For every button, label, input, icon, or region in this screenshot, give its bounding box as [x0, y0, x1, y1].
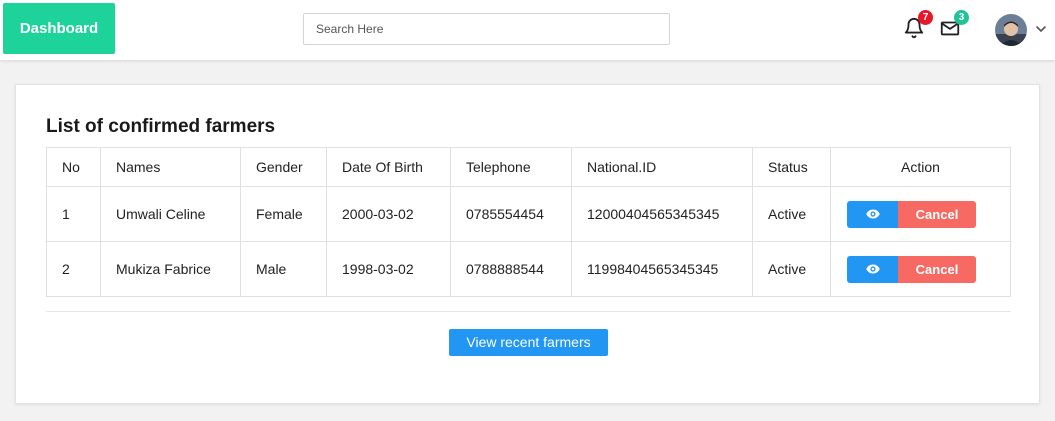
farmer-dob: 1998-03-02	[326, 241, 451, 297]
farmer-name: Umwali Celine	[100, 186, 241, 242]
column-header: Telephone	[450, 147, 572, 187]
table-row: 2 Mukiza Fabrice Male 1998-03-02 0788888…	[46, 241, 1011, 297]
farmer-telephone: 0788888544	[450, 241, 572, 297]
view-recent-farmers-button[interactable]: View recent farmers	[449, 329, 608, 356]
action-button-group: Cancel	[847, 255, 976, 283]
user-avatar[interactable]	[995, 14, 1027, 46]
divider	[46, 311, 1011, 312]
farmer-gender: Male	[240, 241, 327, 297]
notifications-button[interactable]: 7	[903, 10, 933, 39]
search-input[interactable]	[303, 13, 670, 45]
column-header: Date Of Birth	[326, 147, 451, 187]
chevron-down-icon[interactable]	[1034, 22, 1048, 36]
table-row: 1 Umwali Celine Female 2000-03-02 078555…	[46, 186, 1011, 242]
notifications-badge: 7	[918, 10, 933, 25]
cancel-button[interactable]: Cancel	[898, 200, 976, 228]
column-header: Names	[100, 147, 241, 187]
column-header: No	[46, 147, 101, 187]
action-button-group: Cancel	[847, 200, 976, 228]
column-header: Gender	[240, 147, 327, 187]
farmer-national-id: 12000404565345345	[571, 186, 753, 242]
messages-button[interactable]: 3	[939, 10, 969, 39]
row-number: 2	[46, 241, 101, 297]
farmer-gender: Female	[240, 186, 327, 242]
farmer-status: Active	[752, 241, 831, 297]
row-actions: Cancel	[830, 241, 1011, 297]
farmer-name: Mukiza Fabrice	[100, 241, 241, 297]
view-button[interactable]	[847, 255, 898, 283]
eye-icon	[865, 264, 880, 274]
farmer-status: Active	[752, 186, 831, 242]
column-header: National.ID	[571, 147, 753, 187]
farmers-table: No Names Gender Date Of Birth Telephone …	[46, 147, 1011, 297]
top-navbar: Dashboard 7 3	[0, 0, 1055, 60]
messages-badge: 3	[954, 10, 969, 25]
column-header: Status	[752, 147, 831, 187]
cancel-button[interactable]: Cancel	[898, 255, 976, 283]
page-title: List of confirmed farmers	[46, 116, 276, 137]
farmer-national-id: 11998404565345345	[571, 241, 753, 297]
row-number: 1	[46, 186, 101, 242]
farmer-dob: 2000-03-02	[326, 186, 451, 242]
farmers-card: List of confirmed farmers No Names Gende…	[15, 84, 1040, 404]
avatar-image	[995, 14, 1027, 46]
eye-icon	[865, 209, 880, 219]
column-header: Action	[830, 147, 1011, 187]
view-button[interactable]	[847, 200, 898, 228]
farmer-telephone: 0785554454	[450, 186, 572, 242]
row-actions: Cancel	[830, 186, 1011, 242]
table-header-row: No Names Gender Date Of Birth Telephone …	[46, 147, 1011, 187]
dashboard-button[interactable]: Dashboard	[3, 3, 115, 54]
